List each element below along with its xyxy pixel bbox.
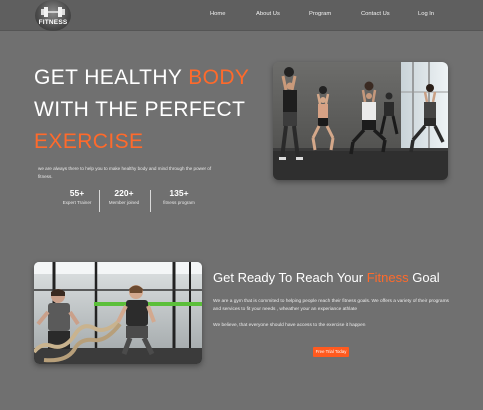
hero-headline: GET HEALTHY BODY WITH THE PERFECT EXERCI… [34, 62, 264, 158]
hero-description: we are always there to help you to make … [38, 166, 212, 179]
nav-login-link[interactable]: Log In [418, 11, 434, 17]
stat-label: fitness program [163, 200, 195, 205]
about-paragraph-2: We believe, that everyone should have ac… [213, 323, 366, 328]
brand-logo[interactable]: FITNESS [35, 0, 71, 31]
hero-workout-photo [273, 62, 448, 180]
stat-label: Member joined [108, 200, 140, 205]
stat-divider [99, 190, 100, 212]
section-title-accent: Fitness [366, 270, 409, 285]
stat-value: 220+ [114, 188, 134, 198]
nav-home-link[interactable]: Home [210, 11, 225, 17]
section-title-text: Get Ready To Reach Your [213, 270, 367, 285]
section-title-suffix: Goal [408, 270, 440, 285]
stat-programs: 135+ fitness program [154, 188, 204, 214]
stat-divider [150, 190, 151, 212]
stat-members: 220+ Member joined [102, 188, 146, 214]
nav-about-link[interactable]: About Us [256, 11, 280, 17]
stat-value: 135+ [169, 188, 189, 198]
logo-text: FITNESS [38, 19, 68, 26]
section-title: Get Ready To Reach Your Fitness Goal [213, 270, 468, 285]
nav-contact-link[interactable]: Contact Us [361, 11, 390, 17]
battle-ropes-illustration [34, 262, 202, 364]
free-trial-button[interactable]: Free Trial Today [313, 347, 349, 357]
hero-line-1-text: GET HEALTHY [34, 66, 189, 89]
dumbbell-icon [41, 7, 65, 17]
battle-ropes-photo [34, 262, 202, 364]
hero-line-1-accent: BODY [188, 66, 250, 89]
logo-badge: FITNESS [35, 0, 71, 31]
stat-label: Expert Trainer [62, 200, 92, 205]
about-paragraph-1: We are a gym that is commited to helping… [213, 299, 449, 312]
top-navbar: FITNESS Home About Us Program Contact Us… [0, 0, 483, 31]
stat-trainers: 55+ Expert Trainer [54, 188, 100, 214]
hero-line-1: GET HEALTHY BODY [34, 62, 264, 94]
nav-program-link[interactable]: Program [309, 11, 331, 17]
landing-page: FITNESS Home About Us Program Contact Us… [0, 0, 483, 410]
hero-line-3-accent: EXERCISE [34, 130, 144, 153]
hero-line-2: WITH THE PERFECT [34, 98, 246, 121]
stat-value: 55+ [69, 188, 85, 198]
group-workout-illustration [273, 62, 448, 180]
